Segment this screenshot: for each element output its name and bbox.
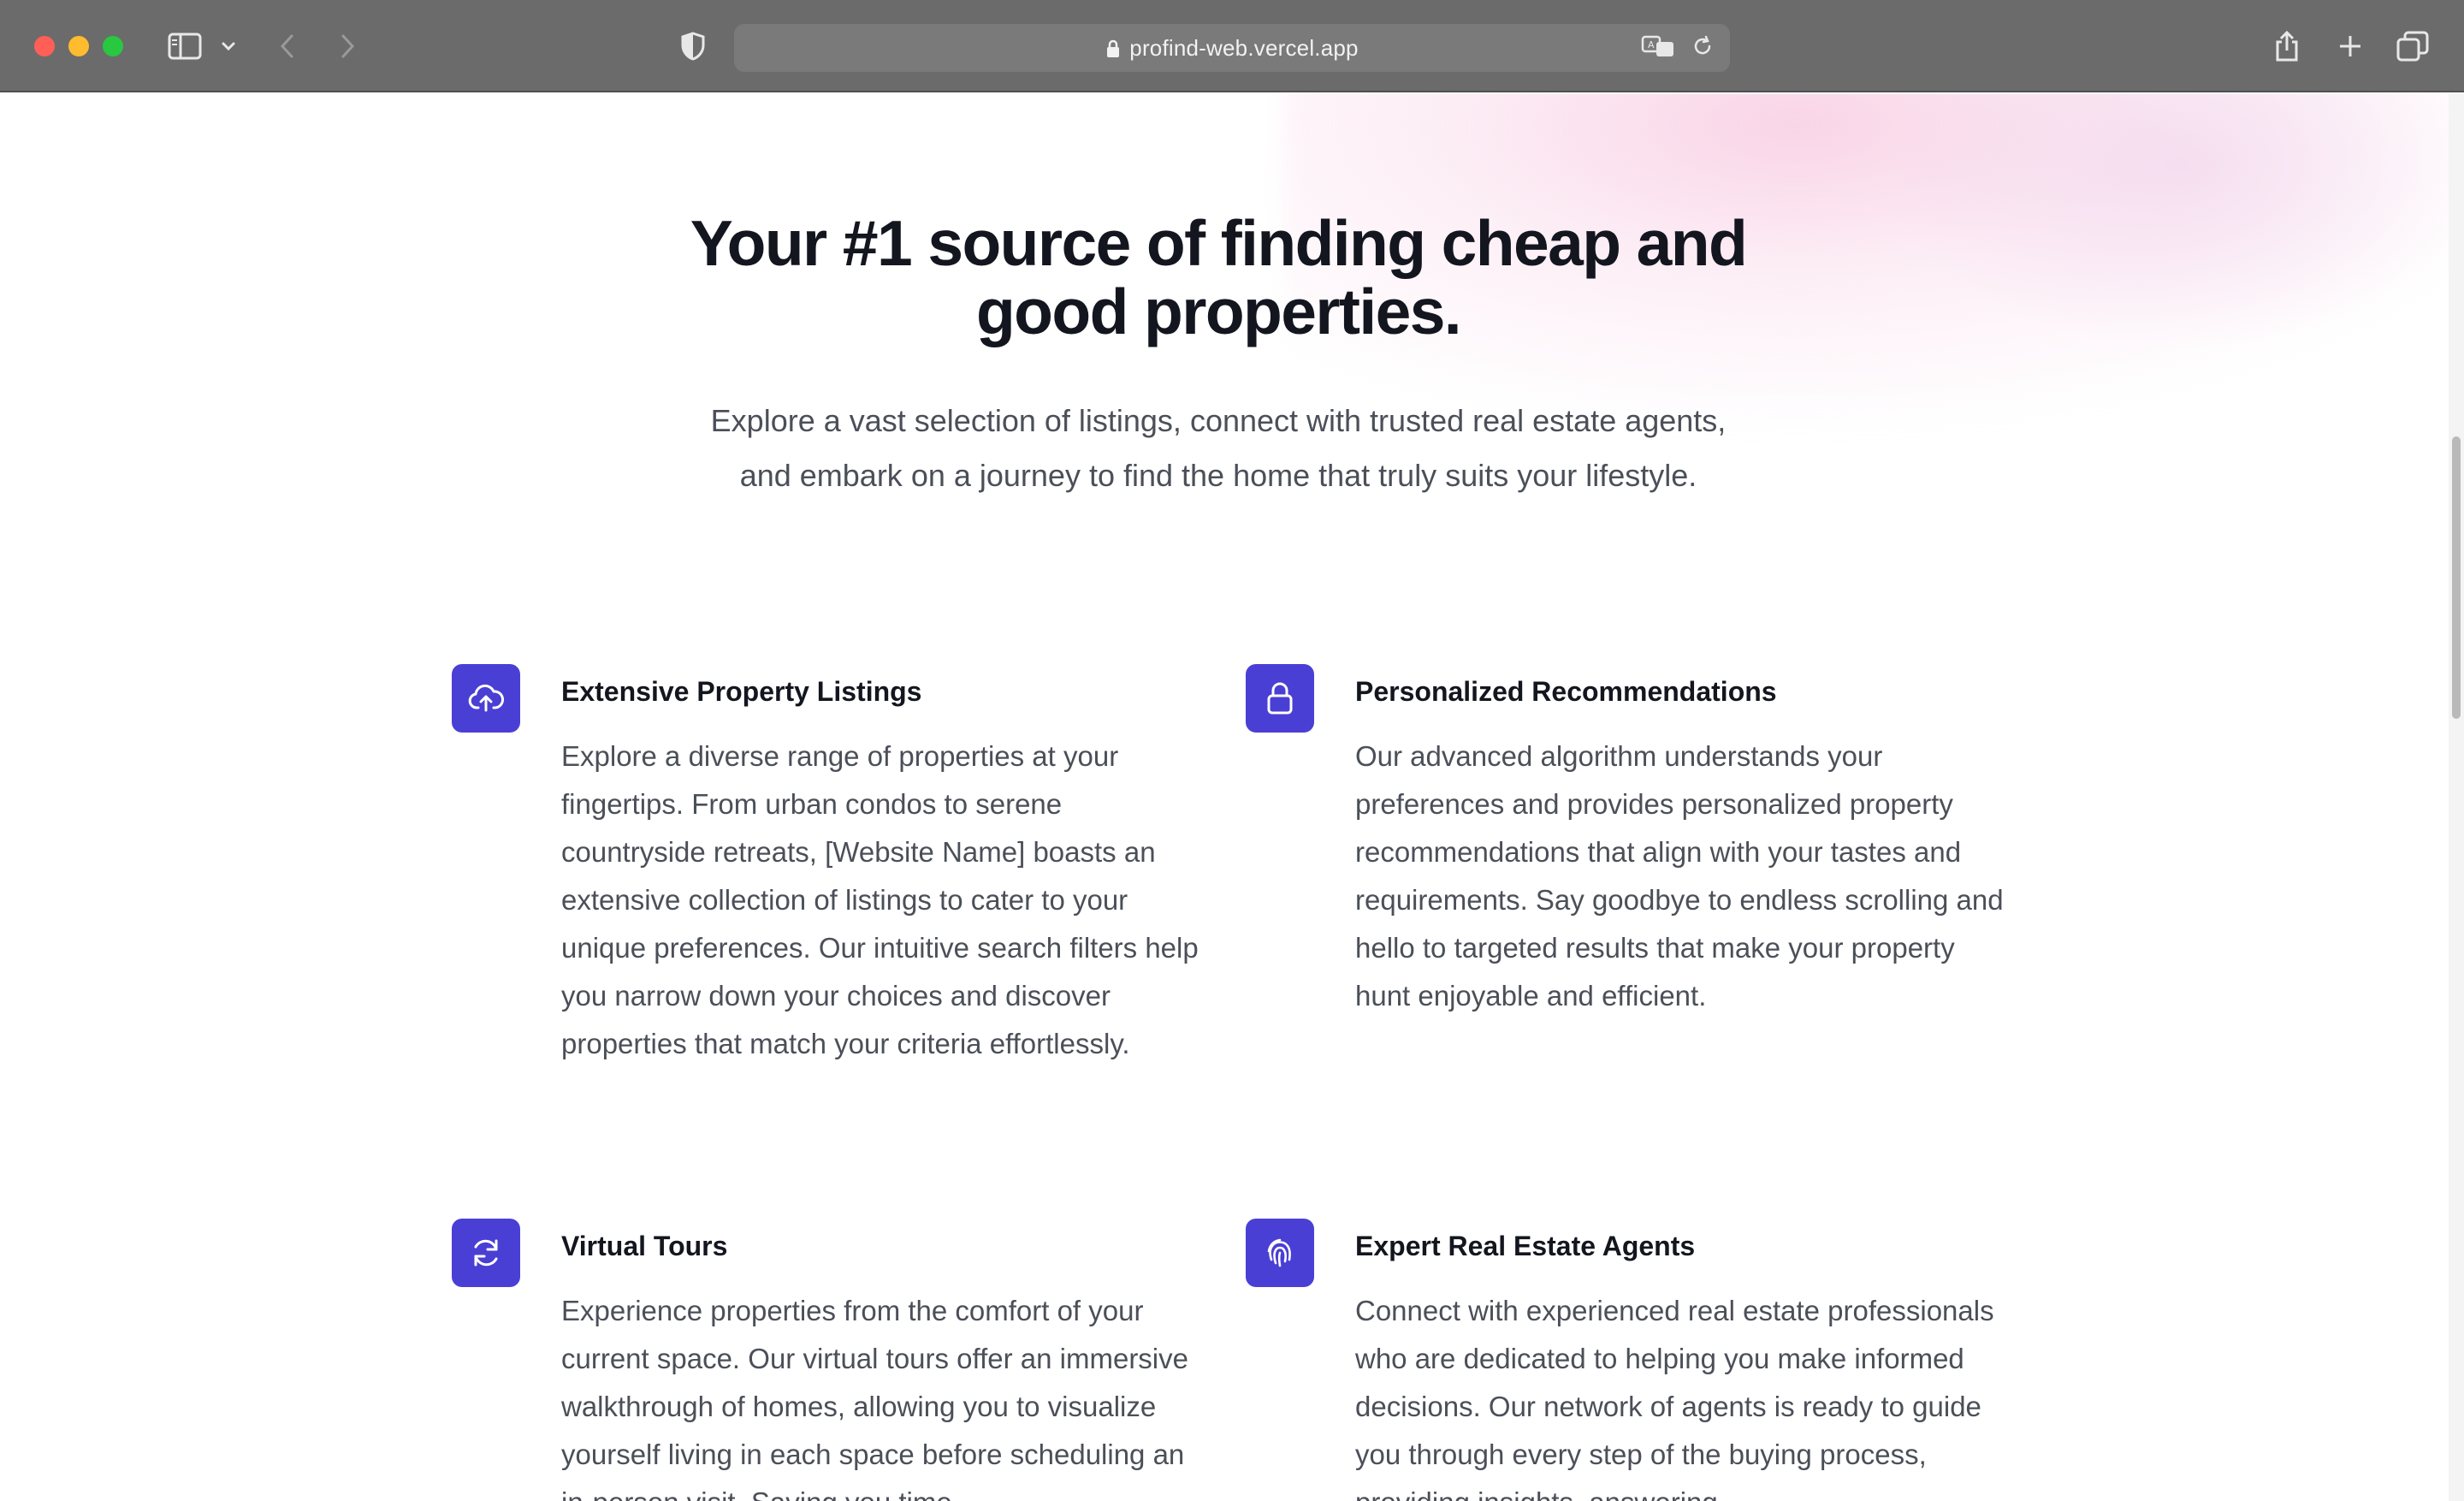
scrollbar-thumb[interactable]	[2452, 436, 2461, 719]
feature-title: Extensive Property Listings	[561, 676, 922, 707]
address-bar[interactable]: profind-web.vercel.app A	[734, 24, 1730, 72]
feature-description: Connect with experienced real estate pro…	[1355, 1295, 1994, 1501]
chevron-down-icon[interactable]	[219, 27, 238, 65]
zoom-window-button[interactable]	[103, 36, 123, 56]
translate-icon[interactable]: A	[1641, 34, 1675, 58]
sidebar-icon[interactable]	[166, 27, 204, 65]
page-scrollbar[interactable]	[2449, 94, 2464, 1501]
refresh-icon	[474, 1239, 498, 1267]
url-text: profind-web.vercel.app	[1129, 34, 1359, 61]
feature-card: Personalized Recommendations Our advance…	[1246, 664, 2004, 1212]
back-icon[interactable]	[274, 27, 301, 65]
cloud-upload-icon	[468, 684, 504, 712]
hero-subtitle-line: Explore a vast selection of listings, co…	[710, 403, 1727, 438]
tabs-overview-icon[interactable]	[2396, 27, 2430, 65]
feature-description: Experience properties from the comfort o…	[561, 1295, 1188, 1501]
feature-icon-box	[1246, 1219, 1314, 1287]
lock-icon	[1267, 682, 1293, 715]
feature-card: Extensive Property Listings Explore a di…	[452, 664, 1205, 1212]
feature-icon-box	[452, 1219, 520, 1287]
close-window-button[interactable]	[34, 36, 55, 56]
feature-title: Expert Real Estate Agents	[1355, 1231, 1696, 1261]
feature-card: Virtual Tours Experience properties from…	[452, 1219, 1205, 1501]
hero-title-line: Your #1 source of finding cheap and	[690, 207, 1748, 279]
share-icon[interactable]	[2272, 27, 2301, 65]
feature-description: Explore a diverse range of properties at…	[561, 740, 1199, 1059]
hero-title-line: good properties.	[975, 276, 1462, 347]
feature-icon-box	[452, 664, 520, 733]
shield-icon[interactable]	[676, 27, 710, 65]
browser-window: profind-web.vercel.app A Your #1 source …	[0, 0, 2464, 1501]
fingerprint-icon	[1267, 1238, 1291, 1267]
hero-title: Your #1 source of finding cheap and good…	[513, 209, 1923, 346]
lock-icon	[1107, 39, 1120, 57]
new-tab-icon[interactable]	[2336, 27, 2365, 65]
feature-title: Personalized Recommendations	[1355, 676, 1777, 707]
browser-toolbar: profind-web.vercel.app A	[0, 0, 2464, 92]
forward-icon[interactable]	[334, 27, 361, 65]
web-page: Your #1 source of finding cheap and good…	[0, 94, 2449, 1501]
feature-icon-box	[1246, 664, 1314, 733]
hero-subtitle-line: and embark on a journey to find the home…	[739, 458, 1697, 493]
reload-icon[interactable]	[1691, 34, 1715, 58]
feature-description: Our advanced algorithm understands your …	[1355, 740, 2004, 1012]
feature-title: Virtual Tours	[561, 1231, 728, 1261]
svg-text:A: A	[1648, 39, 1655, 50]
hero-subtitle: Explore a vast selection of listings, co…	[599, 394, 1838, 503]
decorative-gradient	[1882, 94, 2449, 351]
minimize-window-button[interactable]	[68, 36, 89, 56]
feature-card: Expert Real Estate Agents Connect with e…	[1246, 1219, 1999, 1501]
